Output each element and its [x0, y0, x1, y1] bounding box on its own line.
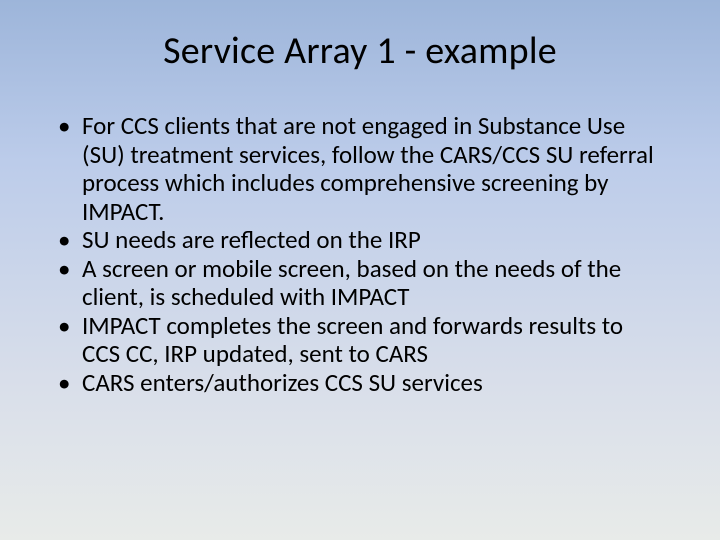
bullet-list: For CCS clients that are not engaged in …: [40, 112, 680, 397]
list-item: SU needs are reflected on the IRP: [58, 226, 662, 255]
list-item: For CCS clients that are not engaged in …: [58, 112, 662, 226]
list-item: A screen or mobile screen, based on the …: [58, 255, 662, 312]
list-item: CARS enters/authorizes CCS SU services: [58, 369, 662, 398]
slide: Service Array 1 - example For CCS client…: [0, 0, 720, 540]
list-item: IMPACT completes the screen and forwards…: [58, 312, 662, 369]
slide-title: Service Array 1 - example: [40, 28, 680, 74]
